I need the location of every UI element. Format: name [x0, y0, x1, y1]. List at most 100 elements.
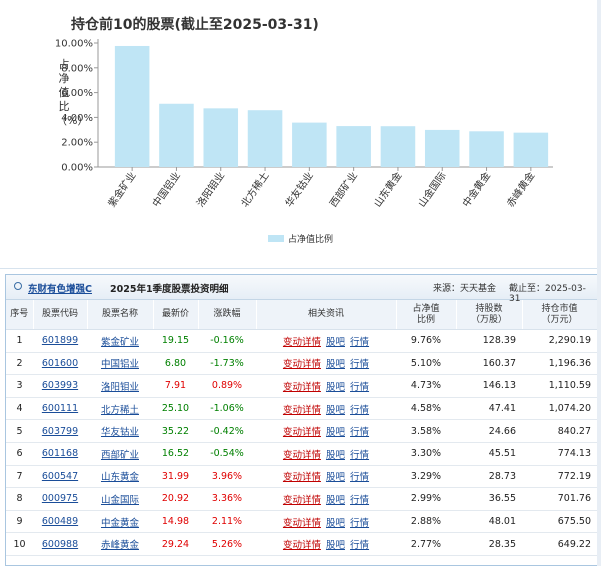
- legend-swatch: [268, 235, 284, 242]
- related-links: 变动详情 股吧 行情: [256, 397, 396, 421]
- latest-price: 16.52: [153, 442, 198, 466]
- stock-name-link[interactable]: 赤峰黄金: [101, 540, 139, 551]
- forum-link[interactable]: 股吧: [326, 472, 345, 483]
- net-value-pct: 3.30%: [396, 442, 456, 466]
- market-value: 701.76: [522, 487, 597, 511]
- scrollbar-track[interactable]: [597, 0, 601, 566]
- price-change: 0.89%: [198, 374, 256, 398]
- change-detail-link[interactable]: 变动详情: [283, 337, 321, 348]
- quote-link[interactable]: 行情: [350, 450, 369, 461]
- y-tick-label: 6.00%: [61, 88, 93, 99]
- change-detail-link[interactable]: 变动详情: [283, 382, 321, 393]
- change-detail-link[interactable]: 变动详情: [283, 518, 321, 529]
- latest-price: 7.91: [153, 374, 198, 398]
- forum-link[interactable]: 股吧: [326, 540, 345, 551]
- net-value-pct: 9.76%: [396, 329, 456, 353]
- quote-link[interactable]: 行情: [350, 495, 369, 506]
- row-index: 5: [6, 419, 33, 443]
- shares-held: 28.73: [456, 465, 522, 489]
- quote-link[interactable]: 行情: [350, 540, 369, 551]
- stock-code-link[interactable]: 000975: [42, 493, 78, 504]
- row-index: 7: [6, 465, 33, 489]
- quote-link[interactable]: 行情: [350, 472, 369, 483]
- change-detail-link[interactable]: 变动详情: [283, 405, 321, 416]
- bar: [159, 103, 194, 167]
- price-change: 2.11%: [198, 510, 256, 534]
- latest-price: 19.15: [153, 329, 198, 353]
- net-value-pct: 4.73%: [396, 374, 456, 398]
- bar: [336, 126, 371, 167]
- stock-code-link[interactable]: 600489: [42, 516, 78, 527]
- fund-name-link[interactable]: 东财有色增强C: [28, 281, 92, 295]
- change-detail-link[interactable]: 变动详情: [283, 450, 321, 461]
- data-source: 来源：天天基金: [433, 284, 497, 294]
- stock-name-link[interactable]: 华友钴业: [101, 427, 139, 438]
- quote-link[interactable]: 行情: [350, 405, 369, 416]
- net-value-pct: 2.88%: [396, 510, 456, 534]
- forum-link[interactable]: 股吧: [326, 518, 345, 529]
- price-change: -1.73%: [198, 352, 256, 376]
- column-header: 持股数 （万股）: [456, 300, 523, 330]
- stock-code-link[interactable]: 601600: [42, 358, 78, 369]
- stock-name-link[interactable]: 紫金矿业: [101, 337, 139, 348]
- stock-code-link[interactable]: 600111: [42, 403, 78, 414]
- latest-price: 25.10: [153, 397, 198, 421]
- stock-name-link[interactable]: 山东黄金: [101, 472, 139, 483]
- stock-code-link[interactable]: 603993: [42, 380, 78, 391]
- holdings-description: 2025年1季度股票投资明细: [110, 284, 229, 295]
- net-value-pct: 2.99%: [396, 487, 456, 511]
- y-tick-label: 4.00%: [61, 113, 93, 124]
- change-detail-link[interactable]: 变动详情: [283, 495, 321, 506]
- stock-name-link[interactable]: 山金国际: [101, 495, 139, 506]
- row-index: 2: [6, 352, 33, 376]
- quote-link[interactable]: 行情: [350, 359, 369, 370]
- x-tick-label: 北方稀土: [238, 169, 272, 209]
- forum-link[interactable]: 股吧: [326, 450, 345, 461]
- forum-link[interactable]: 股吧: [326, 359, 345, 370]
- quote-link[interactable]: 行情: [350, 337, 369, 348]
- stock-name-link[interactable]: 洛阳钼业: [101, 382, 139, 393]
- related-links: 变动详情 股吧 行情: [256, 510, 396, 534]
- stock-name-link[interactable]: 西部矿业: [101, 450, 139, 461]
- forum-link[interactable]: 股吧: [326, 495, 345, 506]
- quote-link[interactable]: 行情: [350, 518, 369, 529]
- holdings-table: 序号 股票代码 股票名称 最新价 涨跌幅 相关资讯 占净值 比例 持股数 （万股） 持仓市值 （万元）…: [6, 300, 598, 556]
- change-detail-link[interactable]: 变动详情: [283, 540, 321, 551]
- row-index: 9: [6, 510, 33, 534]
- related-links: 变动详情 股吧 行情: [256, 532, 396, 556]
- stock-code-link[interactable]: 600547: [42, 471, 78, 482]
- forum-link[interactable]: 股吧: [326, 427, 345, 438]
- chart-legend: 占净值比例: [268, 232, 333, 245]
- table-row: 3 603993 洛阳钼业 7.91 0.89% 变动详情 股吧 行情 4.73% 146.1…: [6, 374, 597, 398]
- market-value: 1,110.59: [522, 374, 597, 398]
- quote-link[interactable]: 行情: [350, 427, 369, 438]
- x-tick-label: 赤峰黄金: [504, 169, 538, 209]
- quote-link[interactable]: 行情: [350, 382, 369, 393]
- table-row: 7 600547 山东黄金 31.99 3.96% 变动详情 股吧 行情 3.29% 28.7…: [6, 465, 597, 489]
- bar-chart: 0.00% 2.00% 4.00% 6.00% 8.00% 10.00% 紫金矿业 中国铝业洛…: [55, 39, 553, 209]
- shares-held: 36.55: [456, 487, 522, 511]
- table-row: 1 601899 紫金矿业 19.15 -0.16% 变动详情 股吧 行情 9.76% 128…: [6, 329, 597, 353]
- stock-code-link[interactable]: 601899: [42, 335, 78, 346]
- forum-link[interactable]: 股吧: [326, 382, 345, 393]
- column-header: 股票名称: [87, 300, 154, 330]
- stock-code-link[interactable]: 601168: [42, 448, 78, 459]
- bar: [203, 108, 239, 167]
- market-value: 1,074.20: [522, 397, 597, 421]
- holdings-header: 东财有色增强C 2025年1季度股票投资明细 来源：天天基金 截止至：2025-…: [6, 275, 597, 304]
- forum-link[interactable]: 股吧: [326, 405, 345, 416]
- net-value-pct: 2.77%: [396, 532, 456, 556]
- change-detail-link[interactable]: 变动详情: [283, 472, 321, 483]
- stock-name-link[interactable]: 北方稀土: [101, 405, 139, 416]
- stock-name-link[interactable]: 中金黄金: [101, 518, 139, 529]
- table-row: 6 601168 西部矿业 16.52 -0.54% 变动详情 股吧 行情 3.30% 45.…: [6, 442, 597, 466]
- net-value-pct: 5.10%: [396, 352, 456, 376]
- y-tick-label: 8.00%: [61, 63, 93, 74]
- stock-name-link[interactable]: 中国铝业: [101, 359, 139, 370]
- stock-code-link[interactable]: 600988: [42, 539, 78, 550]
- related-links: 变动详情 股吧 行情: [256, 352, 396, 376]
- forum-link[interactable]: 股吧: [326, 337, 345, 348]
- change-detail-link[interactable]: 变动详情: [283, 427, 321, 438]
- stock-code-link[interactable]: 603799: [42, 426, 78, 437]
- change-detail-link[interactable]: 变动详情: [283, 359, 321, 370]
